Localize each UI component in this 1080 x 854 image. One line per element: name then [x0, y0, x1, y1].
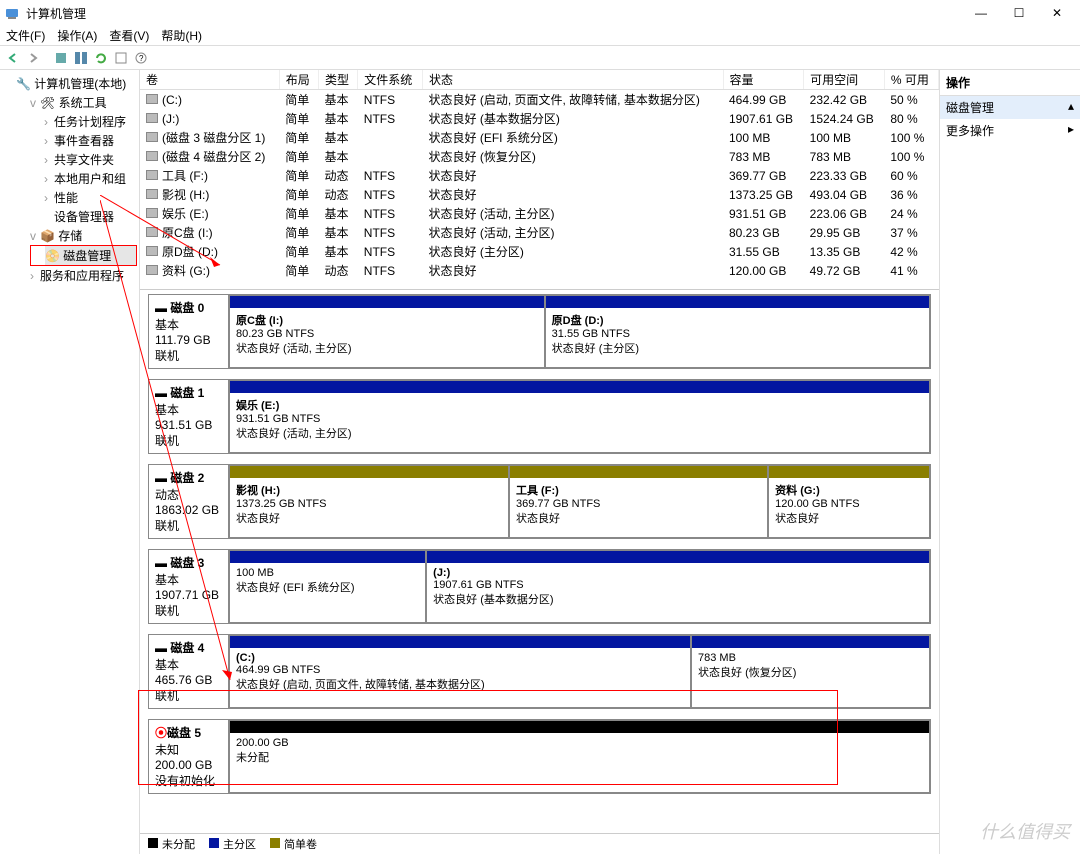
menu-file[interactable]: 文件(F) — [6, 27, 45, 44]
col-header[interactable]: 布局 — [279, 70, 318, 90]
tree-device-manager[interactable]: 设备管理器 — [44, 207, 137, 226]
disk-map[interactable]: ▬ 磁盘 0基本111.79 GB联机原C盘 (I:)80.23 GB NTFS… — [140, 290, 939, 833]
window-title: 计算机管理 — [26, 5, 962, 22]
tree-disk-management[interactable]: 📀 磁盘管理 — [45, 246, 136, 265]
tree-services[interactable]: ›服务和应用程序 — [30, 266, 137, 285]
back-icon[interactable] — [4, 49, 22, 67]
tree-storage[interactable]: v📦 存储 — [30, 226, 137, 245]
volume-row[interactable]: 原C盘 (I:)简单基本NTFS状态良好 (活动, 主分区)80.23 GB29… — [140, 223, 939, 242]
content-area: 卷布局类型文件系统状态容量可用空间% 可用 (C:)简单基本NTFS状态良好 (… — [140, 70, 940, 854]
partition[interactable]: 资料 (G:)120.00 GB NTFS状态良好 — [768, 465, 930, 538]
svg-text:?: ? — [139, 54, 144, 63]
minimize-button[interactable]: — — [962, 0, 1000, 26]
tree-event-viewer[interactable]: ›事件查看器 — [44, 131, 137, 150]
tree-root[interactable]: 🔧 计算机管理(本地) — [16, 74, 137, 93]
disk-row[interactable]: ⦿磁盘 5未知200.00 GB没有初始化200.00 GB未分配 — [148, 719, 931, 794]
partition[interactable]: (C:)464.99 GB NTFS状态良好 (启动, 页面文件, 故障转储, … — [229, 635, 691, 708]
partition[interactable]: (J:)1907.61 GB NTFS状态良好 (基本数据分区) — [426, 550, 930, 623]
col-header[interactable]: 容量 — [723, 70, 804, 90]
menu-bar: 文件(F) 操作(A) 查看(V) 帮助(H) — [0, 26, 1080, 46]
partition[interactable]: 影视 (H:)1373.25 GB NTFS状态良好 — [229, 465, 509, 538]
volume-row[interactable]: 原D盘 (D:)简单基本NTFS状态良好 (主分区)31.55 GB13.35 … — [140, 242, 939, 261]
tree-performance[interactable]: ›性能 — [44, 188, 137, 207]
col-header[interactable]: 状态 — [423, 70, 724, 90]
disk-row[interactable]: ▬ 磁盘 0基本111.79 GB联机原C盘 (I:)80.23 GB NTFS… — [148, 294, 931, 369]
disk-row[interactable]: ▬ 磁盘 3基本1907.71 GB联机100 MB状态良好 (EFI 系统分区… — [148, 549, 931, 624]
col-header[interactable]: 卷 — [140, 70, 279, 90]
menu-help[interactable]: 帮助(H) — [161, 27, 202, 44]
col-header[interactable]: 文件系统 — [358, 70, 423, 90]
forward-icon[interactable] — [24, 49, 42, 67]
tree-local-users[interactable]: ›本地用户和组 — [44, 169, 137, 188]
partition[interactable]: 100 MB状态良好 (EFI 系统分区) — [229, 550, 426, 623]
col-header[interactable]: % 可用 — [884, 70, 938, 90]
actions-section[interactable]: 磁盘管理▴ — [940, 96, 1080, 119]
partition[interactable]: 200.00 GB未分配 — [229, 720, 930, 793]
toolbar-icon-1[interactable] — [52, 49, 70, 67]
volume-row[interactable]: 工具 (F:)简单动态NTFS状态良好369.77 GB223.33 GB60 … — [140, 166, 939, 185]
partition[interactable]: 工具 (F:)369.77 GB NTFS状态良好 — [509, 465, 768, 538]
volume-row[interactable]: (C:)简单基本NTFS状态良好 (启动, 页面文件, 故障转储, 基本数据分区… — [140, 90, 939, 110]
actions-header: 操作 — [940, 70, 1080, 96]
volume-row[interactable]: (磁盘 3 磁盘分区 1)简单基本状态良好 (EFI 系统分区)100 MB10… — [140, 128, 939, 147]
nav-tree[interactable]: 🔧 计算机管理(本地) v🛠 系统工具 ›任务计划程序 ›事件查看器 ›共享文件… — [0, 70, 140, 854]
actions-more[interactable]: 更多操作 ▸ — [940, 119, 1080, 142]
volume-row[interactable]: 娱乐 (E:)简单基本NTFS状态良好 (活动, 主分区)931.51 GB22… — [140, 204, 939, 223]
disk-row[interactable]: ▬ 磁盘 4基本465.76 GB联机(C:)464.99 GB NTFS状态良… — [148, 634, 931, 709]
title-bar: 计算机管理 — ☐ ✕ — [0, 0, 1080, 26]
disk-row[interactable]: ▬ 磁盘 1基本931.51 GB联机娱乐 (E:)931.51 GB NTFS… — [148, 379, 931, 454]
watermark: 什么值得买 — [980, 818, 1070, 844]
partition[interactable]: 原C盘 (I:)80.23 GB NTFS状态良好 (活动, 主分区) — [229, 295, 545, 368]
toolbar-icon-2[interactable] — [72, 49, 90, 67]
toolbar: ? — [0, 46, 1080, 70]
close-button[interactable]: ✕ — [1038, 0, 1076, 26]
col-header[interactable]: 类型 — [319, 70, 358, 90]
maximize-button[interactable]: ☐ — [1000, 0, 1038, 26]
volume-row[interactable]: 资料 (G:)简单动态NTFS状态良好120.00 GB49.72 GB41 % — [140, 261, 939, 280]
partition[interactable]: 783 MB状态良好 (恢复分区) — [691, 635, 930, 708]
partition[interactable]: 娱乐 (E:)931.51 GB NTFS状态良好 (活动, 主分区) — [229, 380, 930, 453]
refresh-icon[interactable] — [92, 49, 110, 67]
help-icon[interactable]: ? — [132, 49, 150, 67]
volume-row[interactable]: (J:)简单基本NTFS状态良好 (基本数据分区)1907.61 GB1524.… — [140, 109, 939, 128]
menu-view[interactable]: 查看(V) — [109, 27, 149, 44]
actions-panel: 操作 磁盘管理▴ 更多操作 ▸ — [940, 70, 1080, 854]
partition[interactable]: 原D盘 (D:)31.55 GB NTFS状态良好 (主分区) — [545, 295, 930, 368]
legend: 未分配 主分区 简单卷 — [140, 833, 939, 854]
tree-task-scheduler[interactable]: ›任务计划程序 — [44, 112, 137, 131]
menu-action[interactable]: 操作(A) — [57, 27, 97, 44]
volume-list[interactable]: 卷布局类型文件系统状态容量可用空间% 可用 (C:)简单基本NTFS状态良好 (… — [140, 70, 939, 290]
col-header[interactable]: 可用空间 — [804, 70, 885, 90]
app-icon — [4, 5, 20, 21]
disk-row[interactable]: ▬ 磁盘 2动态1863.02 GB联机影视 (H:)1373.25 GB NT… — [148, 464, 931, 539]
toolbar-icon-4[interactable] — [112, 49, 130, 67]
tree-system-tools[interactable]: v🛠 系统工具 — [30, 93, 137, 112]
volume-row[interactable]: (磁盘 4 磁盘分区 2)简单基本状态良好 (恢复分区)783 MB783 MB… — [140, 147, 939, 166]
tree-shared-folders[interactable]: ›共享文件夹 — [44, 150, 137, 169]
volume-row[interactable]: 影视 (H:)简单动态NTFS状态良好1373.25 GB493.04 GB36… — [140, 185, 939, 204]
